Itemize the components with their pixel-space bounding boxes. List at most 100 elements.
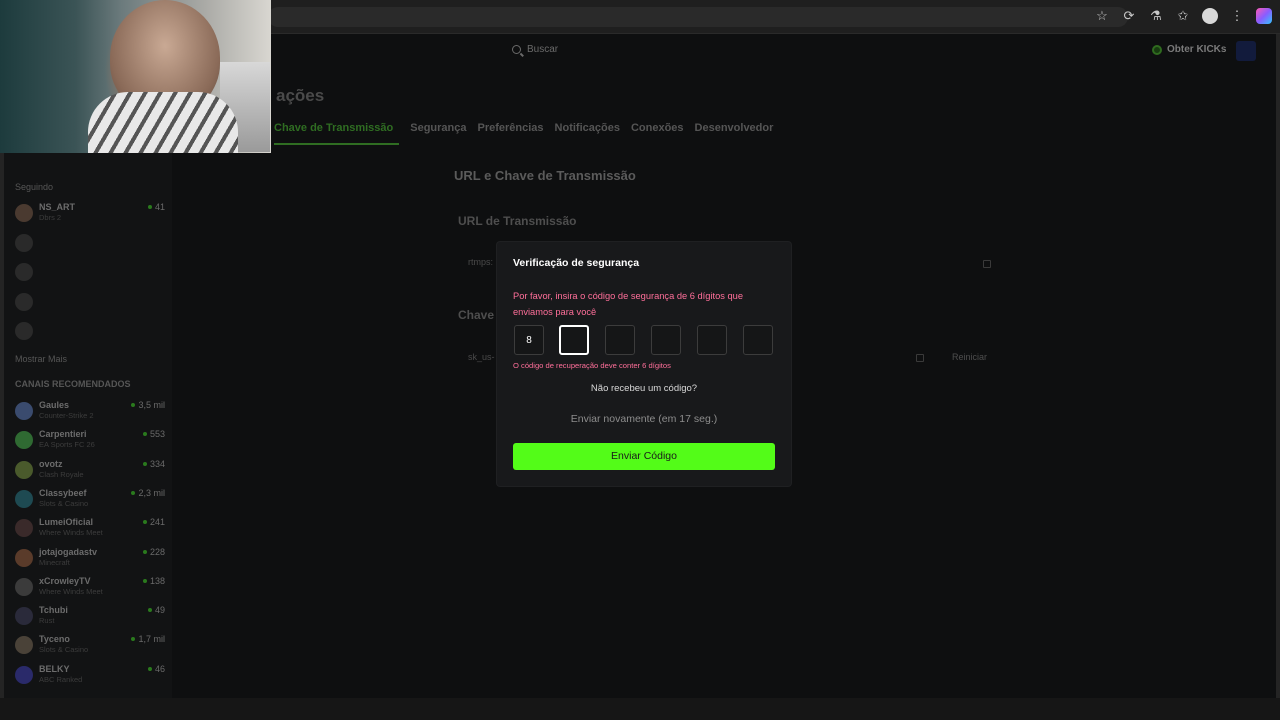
code-digit-input[interactable] (651, 325, 681, 355)
viewer-count-value: 49 (154, 605, 165, 616)
live-dot (131, 490, 136, 495)
stream-url-value: rtmps: (468, 257, 494, 267)
address-bar[interactable] (268, 7, 1128, 27)
tab-preferences[interactable]: Preferências (477, 122, 543, 145)
recommended-channel-item[interactable]: LumeiOficial Where Winds Meet 241 (15, 517, 165, 539)
live-dot (142, 520, 147, 525)
live-dot (142, 461, 147, 466)
viewer-count-value: 553 (149, 429, 165, 440)
avatar (15, 204, 33, 222)
webcam-overlay (0, 0, 271, 153)
live-dot (142, 578, 147, 583)
tab-stream-key[interactable]: Chave de Transmissão (274, 122, 400, 145)
get-kicks-button[interactable]: Obter KICKs (1152, 44, 1226, 55)
recommended-channel-item[interactable]: Tchubi Rust 49 (15, 605, 165, 627)
live-dot (147, 205, 152, 209)
recommended-channel-item[interactable]: Classybeef Slots & Casino 2,3 mil (15, 488, 165, 510)
copilot-icon[interactable] (1256, 8, 1272, 24)
recommended-channel-item[interactable]: Carpentieri EA Sports FC 26 553 (15, 429, 165, 451)
live-dot (142, 549, 147, 554)
star-icon[interactable]: ☆ (1094, 8, 1110, 24)
channel-category: ABC Ranked (39, 674, 83, 684)
code-error-message: O código de recuperação deve conter 6 dí… (513, 361, 671, 370)
page-title: ações (276, 86, 325, 105)
avatar (15, 431, 33, 450)
channel-category: Clash Royale (39, 469, 84, 479)
viewer-count: 3,5 mil (131, 400, 165, 410)
copy-key-icon[interactable] (916, 354, 924, 362)
code-digit-input[interactable] (743, 325, 773, 355)
live-dot (147, 608, 152, 613)
recommended-channel-item[interactable]: ovotz Clash Royale 334 (15, 459, 165, 481)
viewer-count-value: 334 (149, 458, 165, 469)
offline-channel-avatar[interactable] (15, 234, 33, 252)
channel-name: BELKY (39, 663, 70, 674)
code-digit-input[interactable] (605, 325, 635, 355)
browser-icons: ☆ ⟳ ⚗ ✩ ⋮ (1094, 8, 1272, 24)
offline-channel-avatar[interactable] (15, 293, 33, 311)
url-heading: URL de Transmissão (458, 214, 577, 228)
extensions-puzzle-icon[interactable]: ⚗ (1148, 8, 1164, 24)
avatar (15, 665, 33, 684)
code-digit-input[interactable] (559, 325, 589, 355)
search-bar[interactable]: Buscar (512, 44, 558, 55)
tab-developer[interactable]: Desenvolvedor (695, 122, 774, 145)
viewer-count-value: 241 (149, 517, 165, 528)
tab-security[interactable]: Segurança (410, 122, 466, 145)
tab-connections[interactable]: Conexões (631, 122, 684, 145)
extension-icon[interactable]: ⟳ (1121, 8, 1137, 24)
offline-channel-avatar[interactable] (15, 263, 33, 281)
code-digit-input[interactable] (697, 325, 727, 355)
channel-category: Slots & Casino (39, 498, 89, 508)
channel-category: Minecraft (39, 557, 70, 567)
key-heading: Chave (458, 308, 495, 322)
settings-tabs: Chave de Transmissão Segurança Preferênc… (274, 122, 773, 145)
viewer-count-value: 228 (149, 546, 165, 557)
recommended-channel-item[interactable]: Tyceno Slots & Casino 1,7 mil (15, 634, 165, 656)
avatar (15, 548, 33, 567)
viewer-count: 138 (142, 576, 165, 586)
code-digit-input[interactable] (514, 325, 544, 355)
channel-name: Tyceno (39, 634, 70, 645)
reset-key-button[interactable]: Reiniciar (952, 352, 987, 362)
user-menu-icon[interactable] (1236, 41, 1256, 61)
recommended-channel-item[interactable]: xCrowleyTV Where Winds Meet 138 (15, 576, 165, 598)
tab-notifications[interactable]: Notificações (555, 122, 620, 145)
avatar (15, 577, 33, 596)
favorites-icon[interactable]: ✩ (1175, 8, 1191, 24)
resend-code-button[interactable]: Enviar novamente (em 17 seg.) (497, 413, 791, 425)
code-input-row (514, 325, 774, 355)
channel-name: LumeiOficial (39, 517, 94, 528)
offline-channel-avatar[interactable] (15, 322, 33, 340)
sidebar: Seguindo NS_ART Dbrs 2 41 Mostrar Mais C… (4, 152, 172, 698)
recommended-channel-item[interactable]: BELKY ABC Ranked 46 (15, 664, 165, 686)
following-item[interactable]: NS_ART Dbrs 2 41 (15, 202, 165, 224)
viewer-count: 49 (147, 605, 165, 616)
channel-category: Slots & Casino (39, 645, 89, 655)
copy-url-icon[interactable] (983, 260, 991, 268)
show-more-link[interactable]: Mostrar Mais (15, 354, 67, 364)
viewer-count-value: 41 (154, 202, 165, 212)
viewer-count: 1,7 mil (131, 634, 165, 644)
viewer-count: 228 (142, 546, 165, 557)
recommended-heading: Canais recomendados (15, 379, 131, 389)
channel-name: ovotz (39, 458, 63, 469)
recommended-channel-item[interactable]: jotajogadastv Minecraft 228 (15, 547, 165, 569)
channel-category: Rust (39, 616, 55, 626)
more-icon[interactable]: ⋮ (1229, 8, 1245, 24)
channel-category: Dbrs 2 (39, 213, 62, 222)
channel-name: Carpentieri (39, 429, 87, 440)
section-title: URL e Chave de Transmissão (454, 168, 636, 183)
live-dot (131, 637, 136, 642)
modal-title: Verificação de segurança (513, 257, 640, 269)
send-code-button[interactable]: Enviar Código (513, 443, 775, 470)
get-kicks-label: Obter KICKs (1167, 44, 1227, 55)
recommended-channel-item[interactable]: Gaules Counter-Strike 2 3,5 mil (15, 400, 165, 422)
security-verification-modal: Verificação de segurança Por favor, insi… (497, 242, 791, 486)
channel-category: Counter-Strike 2 (39, 411, 94, 420)
avatar (15, 489, 33, 508)
profile-avatar[interactable] (1202, 8, 1218, 24)
viewer-count-value: 46 (154, 663, 165, 674)
taskbar-strip (0, 698, 1280, 720)
screen: ☆ ⟳ ⚗ ✩ ⋮ Buscar Obter KICKs ações Chave… (0, 0, 1280, 720)
